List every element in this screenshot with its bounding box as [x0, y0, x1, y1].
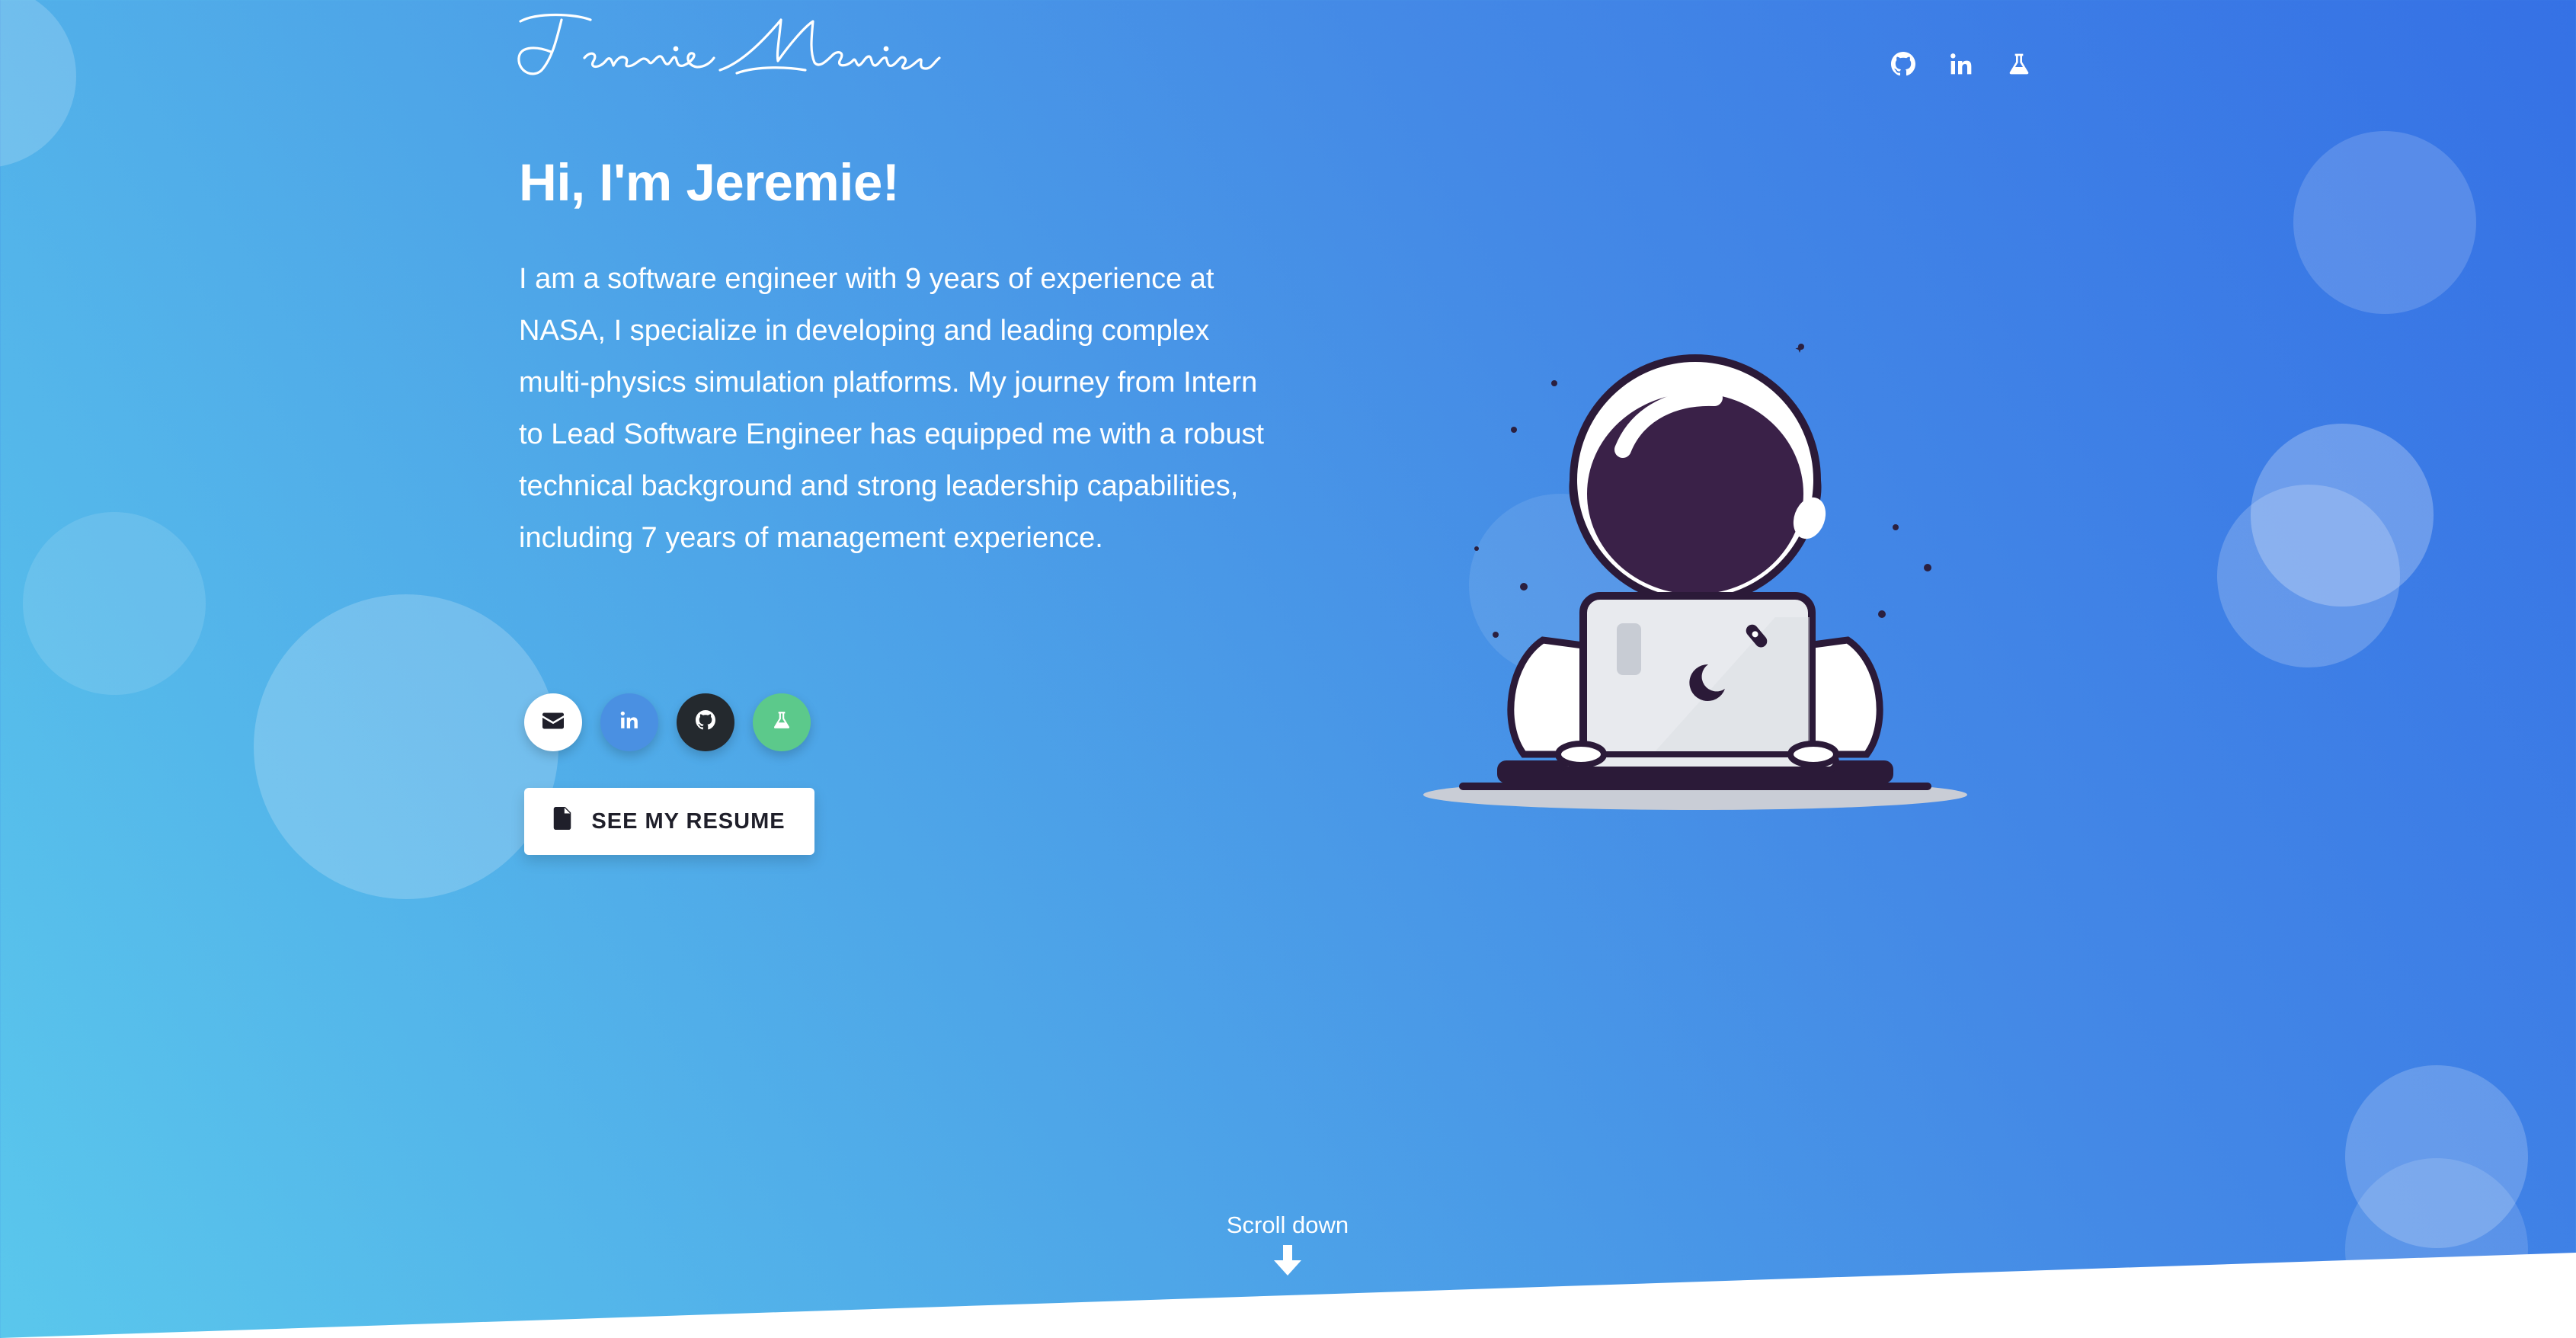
- flask-icon[interactable]: [2005, 47, 2033, 81]
- decorative-bubble: [23, 512, 206, 695]
- resume-button-label: SEE MY RESUME: [591, 808, 786, 834]
- linkedin-icon[interactable]: [1947, 47, 1975, 81]
- flask-icon: [772, 710, 792, 735]
- hero-description: I am a software engineer with 9 years of…: [519, 263, 1265, 554]
- decorative-bubble: [2293, 131, 2476, 314]
- linkedin-button[interactable]: [600, 693, 658, 751]
- envelope-icon: [542, 711, 564, 735]
- signature-logo[interactable]: [514, 8, 941, 84]
- decorative-bubble: [0, 0, 76, 168]
- email-button[interactable]: [524, 693, 582, 751]
- hero-section: Hi, I'm Jeremie! I am a software enginee…: [519, 145, 1281, 564]
- github-icon[interactable]: [1890, 47, 1917, 81]
- social-buttons: [524, 693, 811, 751]
- github-icon: [696, 709, 715, 735]
- file-icon: [553, 807, 571, 836]
- hero-title: Hi, I'm Jeremie!: [519, 153, 900, 212]
- decorative-bubble: [254, 594, 558, 899]
- decorative-bubble: [2217, 485, 2400, 667]
- lab-button[interactable]: [753, 693, 811, 751]
- bottom-wave: [0, 1253, 2576, 1338]
- github-button[interactable]: [677, 693, 734, 751]
- see-resume-button[interactable]: SEE MY RESUME: [524, 788, 814, 855]
- scroll-down-label: Scroll down: [1226, 1212, 1349, 1238]
- top-navigation: [1890, 47, 2033, 81]
- astronaut-laptop-illustration: [1417, 328, 1973, 815]
- linkedin-icon: [619, 710, 639, 735]
